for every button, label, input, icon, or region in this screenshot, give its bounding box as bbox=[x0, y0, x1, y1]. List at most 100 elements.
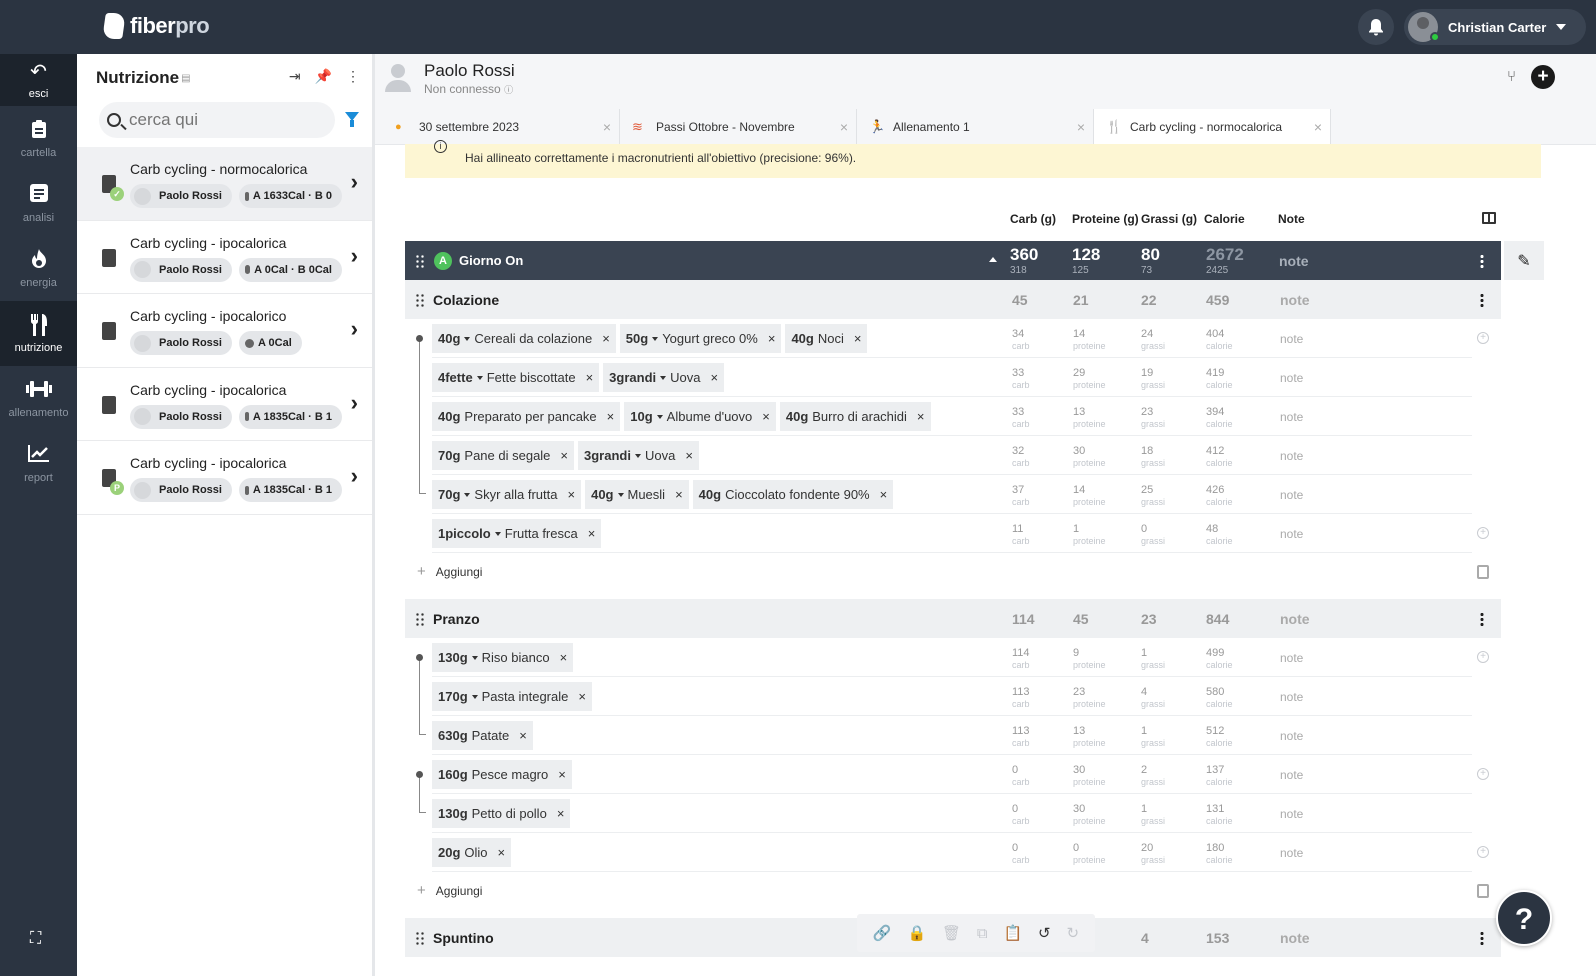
section-more-icon[interactable] bbox=[1480, 293, 1484, 307]
paste-icon[interactable]: 📋 bbox=[1004, 924, 1023, 942]
nav-report[interactable]: report bbox=[0, 431, 77, 496]
remove-ingredient-icon[interactable]: × bbox=[685, 448, 693, 463]
ingredient-chip[interactable]: 40g Cioccolato fondente 90% × bbox=[692, 480, 894, 509]
remove-ingredient-icon[interactable]: × bbox=[586, 370, 594, 385]
link-icon[interactable]: 🔗 bbox=[873, 924, 892, 942]
ingredient-quantity[interactable]: 40g bbox=[438, 409, 460, 424]
close-tab-icon[interactable]: × bbox=[840, 119, 848, 135]
row-note[interactable]: note bbox=[1280, 690, 1303, 704]
ingredient-chip[interactable]: 1piccolo Frutta fresca × bbox=[432, 519, 602, 548]
collapse-panel-icon[interactable]: ⇥ bbox=[289, 68, 301, 85]
drag-handle-icon[interactable] bbox=[415, 611, 425, 626]
section-more-icon[interactable] bbox=[1480, 612, 1484, 626]
remove-ingredient-icon[interactable]: × bbox=[578, 689, 586, 704]
nav-esci[interactable]: ↶ esci bbox=[0, 54, 77, 106]
nav-allenamento[interactable]: allenamento bbox=[0, 366, 77, 431]
remove-ingredient-icon[interactable]: × bbox=[560, 448, 568, 463]
row-note[interactable]: note bbox=[1280, 488, 1303, 502]
clipboard-paste-icon[interactable] bbox=[1477, 565, 1489, 579]
columns-layout-icon[interactable] bbox=[1482, 212, 1496, 224]
day-note[interactable]: note bbox=[1279, 253, 1309, 269]
row-note[interactable]: note bbox=[1280, 768, 1303, 782]
section-note[interactable]: note bbox=[1280, 930, 1310, 946]
ingredient-quantity[interactable]: 160g bbox=[438, 767, 468, 782]
ingredient-quantity[interactable]: 50g bbox=[626, 331, 648, 346]
more-vertical-icon[interactable]: ⋮ bbox=[346, 68, 360, 85]
ingredient-quantity[interactable]: 130g bbox=[438, 650, 468, 665]
ingredient-quantity[interactable]: 170g bbox=[438, 689, 468, 704]
ingredient-chip[interactable]: 40g Noci × bbox=[785, 324, 868, 353]
help-button[interactable]: ? bbox=[1496, 890, 1552, 946]
nav-nutrizione[interactable]: nutrizione bbox=[0, 301, 77, 366]
add-circle-icon[interactable]: + bbox=[1477, 768, 1489, 780]
drag-handle-icon[interactable] bbox=[415, 930, 425, 945]
day-row[interactable]: A Giorno On 360 318 128 125 80 73 2672 2… bbox=[405, 241, 1501, 280]
chevron-right-icon[interactable]: › bbox=[351, 463, 358, 489]
ingredient-chip[interactable]: 630g Patate × bbox=[432, 721, 533, 750]
plan-list-item[interactable]: Carb cycling - ipocalorica Paolo Rossi A 0… bbox=[77, 221, 372, 294]
remove-ingredient-icon[interactable]: × bbox=[762, 409, 770, 424]
nav-cartella[interactable]: cartella bbox=[0, 106, 77, 171]
remove-ingredient-icon[interactable]: × bbox=[768, 331, 776, 346]
quantity-dropdown-icon[interactable] bbox=[476, 375, 483, 380]
magic-wand-icon[interactable]: ✎ bbox=[1504, 241, 1544, 280]
quantity-dropdown-icon[interactable] bbox=[471, 655, 478, 660]
quantity-dropdown-icon[interactable] bbox=[652, 336, 659, 341]
ingredient-chip[interactable]: 160g Pesce magro × bbox=[432, 760, 572, 789]
collapse-icon[interactable] bbox=[989, 257, 997, 262]
tab-3[interactable]: 🏃 Allenamento 1 × bbox=[857, 109, 1094, 145]
remove-ingredient-icon[interactable]: × bbox=[880, 487, 888, 502]
remove-ingredient-icon[interactable]: × bbox=[711, 370, 719, 385]
pin-icon[interactable]: 📌 bbox=[315, 68, 332, 85]
fullscreen-icon[interactable]: ⛶ bbox=[30, 930, 41, 948]
nav-energia[interactable]: energia bbox=[0, 236, 77, 301]
section-note[interactable]: note bbox=[1280, 292, 1310, 308]
quantity-dropdown-icon[interactable] bbox=[494, 531, 501, 536]
tab-1[interactable]: ● 30 settembre 2023 × bbox=[383, 109, 620, 145]
ingredient-chip[interactable]: 4fette Fette biscottate × bbox=[432, 363, 600, 392]
lock-icon[interactable]: 🔒 bbox=[907, 924, 926, 942]
chevron-right-icon[interactable]: › bbox=[351, 243, 358, 269]
remove-ingredient-icon[interactable]: × bbox=[588, 526, 596, 541]
add-circle-icon[interactable]: + bbox=[1477, 651, 1489, 663]
remove-ingredient-icon[interactable]: × bbox=[854, 331, 862, 346]
remove-ingredient-icon[interactable]: × bbox=[607, 409, 615, 424]
remove-ingredient-icon[interactable]: × bbox=[519, 728, 527, 743]
tab-2[interactable]: ≋ Passi Ottobre - Novembre × bbox=[620, 109, 857, 145]
plan-list-item[interactable]: ✓ Carb cycling - normocalorica Paolo Rossi… bbox=[77, 147, 372, 221]
ingredient-quantity[interactable]: 40g bbox=[786, 409, 808, 424]
add-button[interactable]: + bbox=[1531, 65, 1555, 89]
drag-handle-icon[interactable] bbox=[415, 292, 425, 307]
add-circle-icon[interactable]: + bbox=[1477, 332, 1489, 344]
ingredient-quantity[interactable]: 10g bbox=[630, 409, 652, 424]
remove-ingredient-icon[interactable]: × bbox=[917, 409, 925, 424]
row-note[interactable]: note bbox=[1280, 332, 1303, 346]
chevron-right-icon[interactable]: › bbox=[351, 390, 358, 416]
notifications-button[interactable] bbox=[1358, 9, 1394, 45]
ingredient-quantity[interactable]: 40g bbox=[791, 331, 813, 346]
close-tab-icon[interactable]: × bbox=[1314, 119, 1322, 135]
remove-ingredient-icon[interactable]: × bbox=[675, 487, 683, 502]
filter-icon[interactable] bbox=[345, 112, 359, 127]
row-note[interactable]: note bbox=[1280, 527, 1303, 541]
remove-ingredient-icon[interactable]: × bbox=[557, 806, 565, 821]
plan-list-item[interactable]: P Carb cycling - ipocalorica Paolo Rossi A … bbox=[77, 441, 372, 515]
add-circle-icon[interactable]: + bbox=[1477, 527, 1489, 539]
ingredient-quantity[interactable]: 40g bbox=[699, 487, 721, 502]
ingredient-quantity[interactable]: 630g bbox=[438, 728, 468, 743]
quantity-dropdown-icon[interactable] bbox=[660, 375, 667, 380]
copy-icon[interactable]: ⧉ bbox=[977, 925, 988, 942]
row-note[interactable]: note bbox=[1280, 846, 1303, 860]
ingredient-chip[interactable]: 10g Albume d'uovo × bbox=[624, 402, 776, 431]
tab-4[interactable]: 🍴 Carb cycling - normocalorica × bbox=[1094, 109, 1331, 145]
search-input[interactable] bbox=[129, 110, 319, 130]
row-note[interactable]: note bbox=[1280, 371, 1303, 385]
fiberpro-logo[interactable]: fiberpro bbox=[102, 13, 210, 39]
nav-analisi[interactable]: analisi bbox=[0, 171, 77, 236]
undo-icon[interactable]: ↺ bbox=[1038, 924, 1051, 942]
add-circle-icon[interactable]: + bbox=[1477, 846, 1489, 858]
quantity-dropdown-icon[interactable] bbox=[464, 336, 471, 341]
info-icon[interactable]: ⓘ bbox=[504, 85, 513, 95]
ingredient-quantity[interactable]: 130g bbox=[438, 806, 468, 821]
quantity-dropdown-icon[interactable] bbox=[656, 414, 663, 419]
